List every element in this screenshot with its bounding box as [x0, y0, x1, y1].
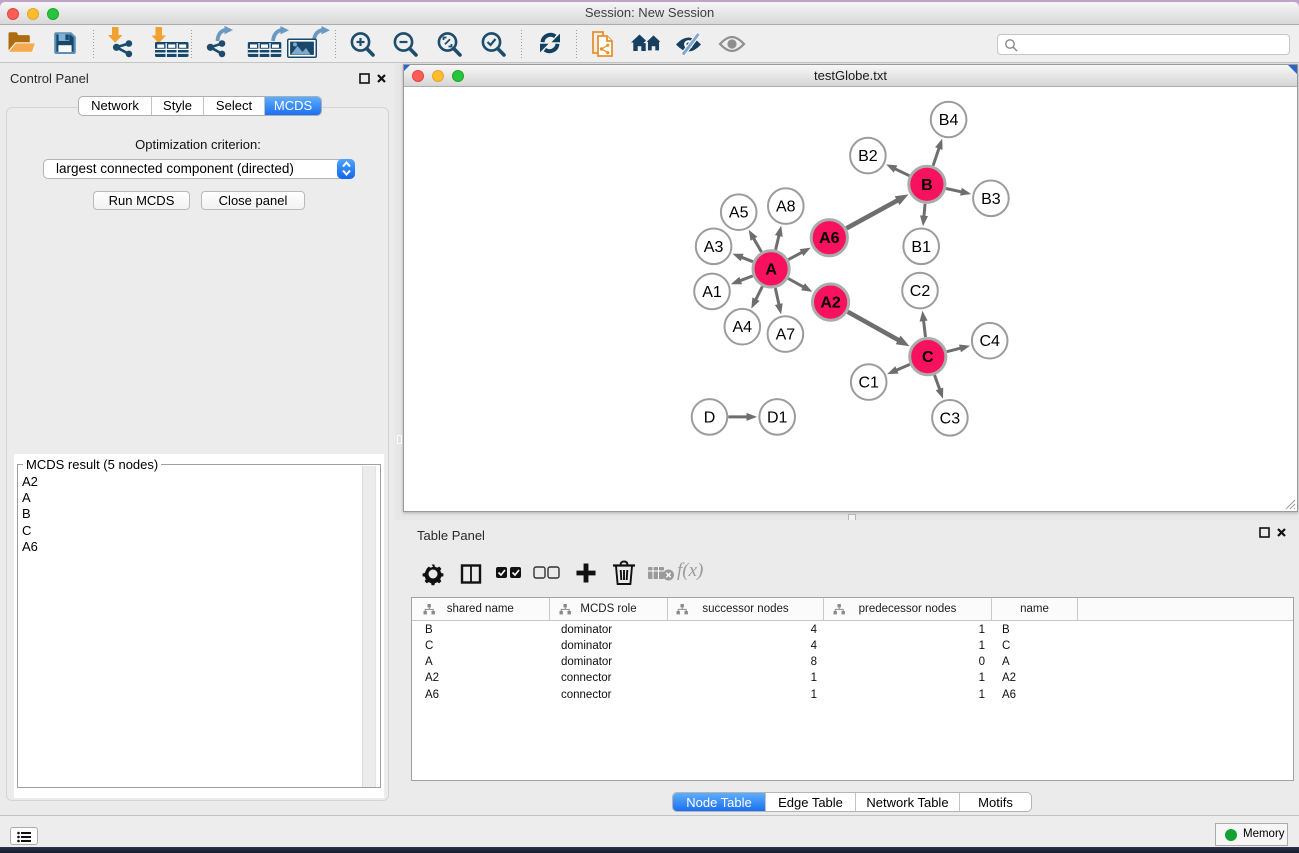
svg-text:A2: A2 — [820, 295, 841, 312]
svg-text:B3: B3 — [981, 191, 1001, 208]
svg-text:A1: A1 — [702, 284, 722, 301]
svg-text:A8: A8 — [776, 199, 796, 216]
svg-text:D: D — [704, 409, 716, 426]
svg-text:B2: B2 — [858, 148, 878, 165]
svg-text:B1: B1 — [911, 239, 931, 256]
svg-text:A3: A3 — [704, 239, 724, 256]
svg-text:C4: C4 — [979, 333, 1000, 350]
svg-text:A: A — [765, 261, 777, 278]
svg-text:C2: C2 — [910, 283, 931, 300]
svg-text:C1: C1 — [858, 375, 879, 392]
svg-text:D1: D1 — [767, 409, 788, 426]
svg-text:C3: C3 — [940, 410, 961, 427]
svg-text:A4: A4 — [733, 319, 753, 336]
svg-text:B: B — [921, 177, 933, 194]
svg-text:A6: A6 — [819, 230, 840, 247]
svg-text:C: C — [922, 349, 934, 366]
svg-text:A5: A5 — [729, 205, 749, 222]
svg-text:B4: B4 — [939, 112, 959, 129]
svg-text:A7: A7 — [776, 327, 796, 344]
